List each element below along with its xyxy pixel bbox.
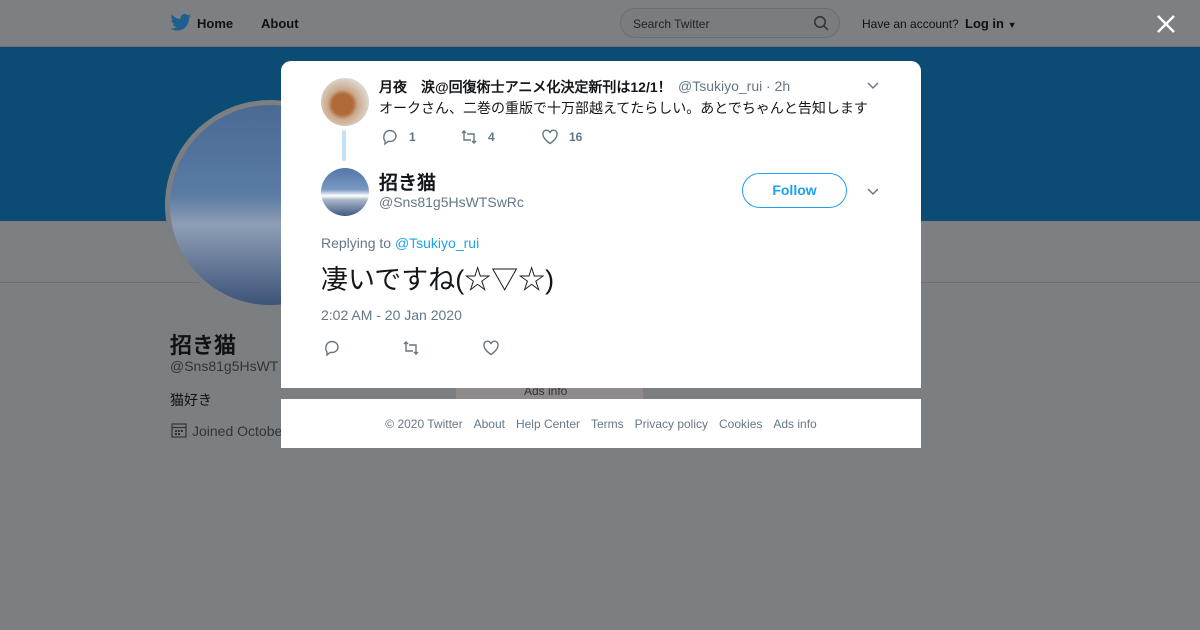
login-button[interactable]: Log in ▼ bbox=[965, 16, 1017, 31]
nav-home-link[interactable]: Home bbox=[197, 16, 233, 31]
footer-link-terms[interactable]: Terms bbox=[591, 417, 624, 431]
replying-to-line: Replying to @Tsukiyo_rui bbox=[321, 235, 479, 251]
parent-tweet-author-name[interactable]: 月夜 涙@回復術士アニメ化決定新刊は12/1！ bbox=[379, 77, 672, 97]
profile-bio: 猫好き bbox=[170, 392, 212, 408]
tweet-permalink-dialog: 月夜 涙@回復術士アニメ化決定新刊は12/1！ @Tsukiyo_rui · 2… bbox=[281, 61, 921, 388]
heart-icon[interactable] bbox=[482, 339, 500, 357]
profile-handle: @Sns81g5HsWT bbox=[170, 358, 279, 374]
dialog-footer: © 2020 Twitter About Help Center Terms P… bbox=[281, 399, 921, 448]
calendar-icon bbox=[171, 423, 187, 438]
parent-tweet-time[interactable]: · 2h bbox=[766, 78, 790, 94]
retweet-count: 4 bbox=[488, 130, 495, 144]
reply-action[interactable]: 1 bbox=[381, 128, 416, 146]
reply-icon[interactable] bbox=[323, 339, 341, 357]
like-count: 16 bbox=[569, 130, 583, 144]
profile-name: 招き猫 bbox=[170, 333, 237, 358]
thread-connector-line bbox=[342, 130, 346, 161]
follow-button[interactable]: Follow bbox=[742, 173, 847, 208]
login-label: Log in bbox=[965, 16, 1004, 31]
footer-link-privacy[interactable]: Privacy policy bbox=[635, 417, 708, 431]
like-action[interactable]: 16 bbox=[541, 128, 582, 146]
tweet-author-name[interactable]: 招き猫 bbox=[379, 168, 436, 195]
tweet-author-avatar[interactable] bbox=[321, 168, 369, 216]
search-icon[interactable] bbox=[813, 15, 829, 31]
profile-joined-date: Joined Octobe bbox=[192, 423, 283, 439]
reply-icon bbox=[383, 129, 397, 146]
chevron-down-icon[interactable] bbox=[866, 78, 880, 92]
retweet-icon[interactable] bbox=[402, 339, 420, 357]
chevron-down-icon[interactable] bbox=[866, 184, 880, 198]
parent-tweet-avatar[interactable] bbox=[321, 78, 369, 126]
tweet-author-handle[interactable]: @Sns81g5HsWTSwRc bbox=[379, 194, 524, 210]
footer-copyright: © 2020 Twitter bbox=[385, 416, 463, 431]
close-icon[interactable] bbox=[1154, 12, 1178, 36]
footer-link-cookies[interactable]: Cookies bbox=[719, 417, 762, 431]
nav-about-link[interactable]: About bbox=[261, 16, 299, 31]
footer-link-ads-info[interactable]: Ads info bbox=[773, 417, 816, 431]
replying-to-prefix: Replying to bbox=[321, 235, 392, 251]
footer-link-help-center[interactable]: Help Center bbox=[516, 417, 580, 431]
twitter-bird-icon[interactable] bbox=[170, 13, 192, 33]
parent-tweet-text: オークさん、二巻の重版で十万部越えてたらしい。あとでちゃんと告知します bbox=[379, 100, 868, 116]
caret-down-icon: ▼ bbox=[1007, 20, 1017, 30]
search-placeholder: Search Twitter bbox=[633, 17, 710, 31]
tweet-text: 凄いですね(☆▽☆) bbox=[321, 265, 555, 295]
parent-tweet-author-handle[interactable]: @Tsukiyo_rui bbox=[678, 78, 762, 94]
retweet-action[interactable]: 4 bbox=[460, 128, 495, 146]
reply-count: 1 bbox=[409, 130, 416, 144]
replying-to-link[interactable]: @Tsukiyo_rui bbox=[395, 235, 479, 251]
tweet-timestamp[interactable]: 2:02 AM - 20 Jan 2020 bbox=[321, 307, 462, 323]
have-account-text: Have an account? bbox=[862, 17, 959, 31]
top-navigation-bar: Home About Search Twitter Have an accoun… bbox=[0, 0, 1200, 47]
heart-icon bbox=[542, 129, 558, 145]
search-input[interactable]: Search Twitter bbox=[620, 8, 840, 38]
footer-link-about[interactable]: About bbox=[474, 417, 505, 431]
retweet-icon bbox=[461, 130, 477, 144]
